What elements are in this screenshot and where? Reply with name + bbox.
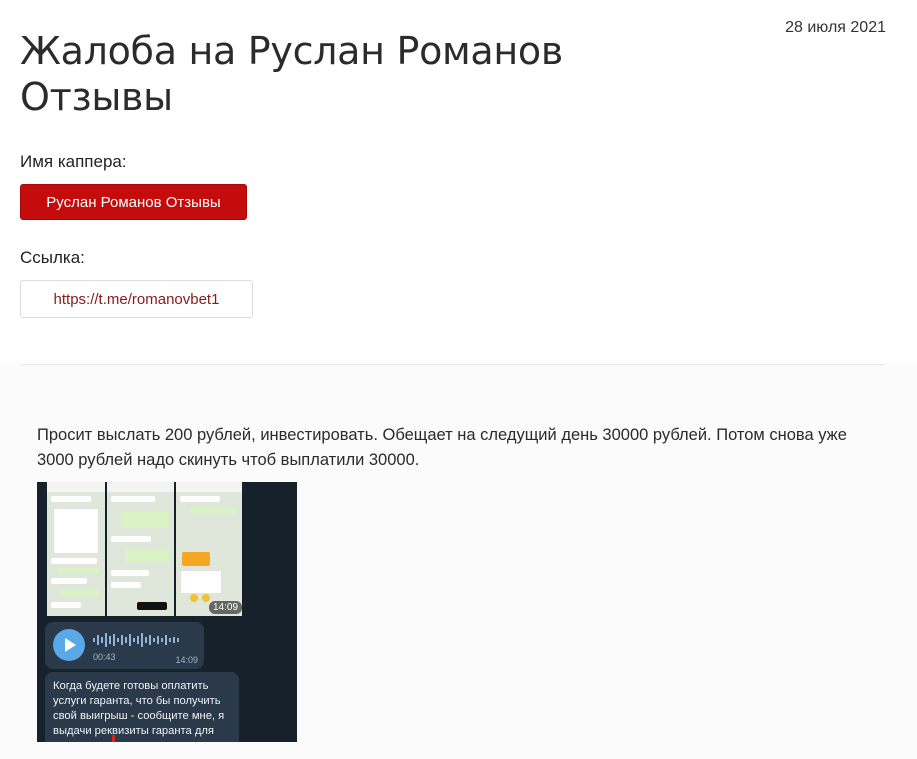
evidence-screenshot[interactable]: 14:09 00:43 14:09 Когда будете готовы оп… [37, 482, 297, 742]
complaint-text: Просит выслать 200 рублей, инвестировать… [37, 426, 847, 469]
thumbnail-time: 14:09 [209, 601, 243, 614]
chat-message: Когда будете готовы оплатить услуги гара… [45, 672, 239, 742]
capper-label: Имя каппера: [20, 152, 127, 171]
play-icon [53, 629, 85, 661]
link-label: Ссылка: [20, 248, 85, 267]
voice-message: 00:43 14:09 [45, 622, 204, 669]
link-url[interactable]: https://t.me/romanovbet1 [20, 280, 253, 318]
chat-thumbnail [176, 482, 242, 616]
complaint-page: 28 июля 2021 Жалоба на Руслан Романов От… [0, 0, 917, 759]
page-title: Жалоба на Руслан Романов Отзывы [20, 29, 563, 119]
voice-time: 14:09 [175, 655, 198, 665]
chat-message-text: Когда будете готовы оплатить услуги гара… [53, 680, 225, 742]
waveform-icon [93, 633, 179, 647]
red-mark [112, 735, 115, 742]
chat-thumbnail [47, 482, 105, 616]
voice-duration: 00:43 [93, 652, 116, 662]
chat-thumbnail [107, 482, 174, 616]
complaint-date: 28 июля 2021 [785, 19, 886, 36]
capper-name-button[interactable]: Руслан Романов Отзывы [20, 184, 247, 220]
